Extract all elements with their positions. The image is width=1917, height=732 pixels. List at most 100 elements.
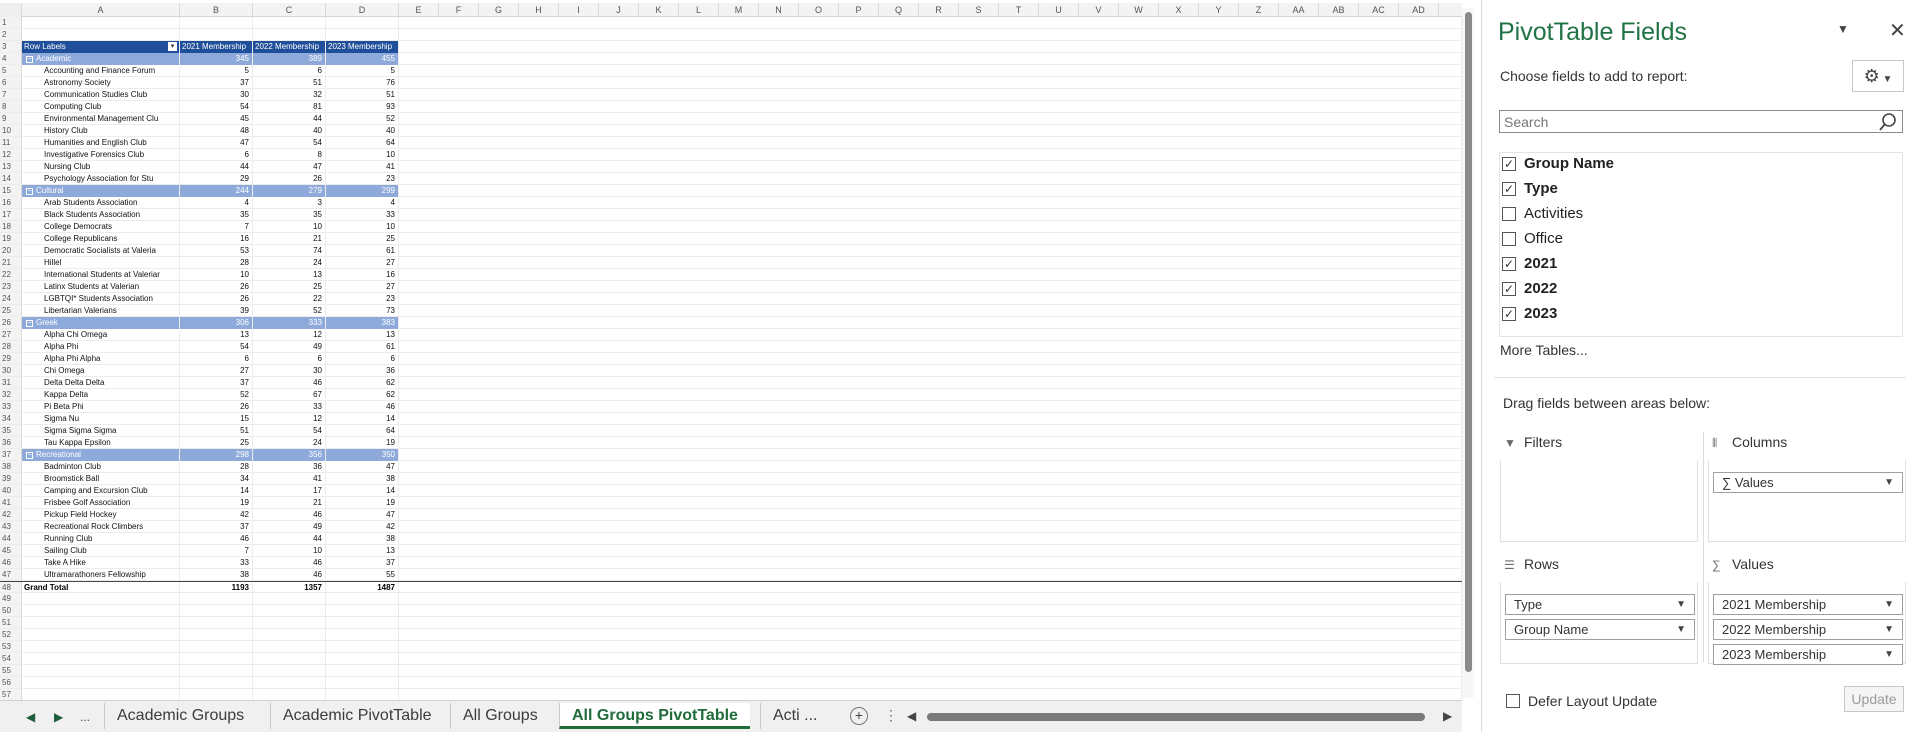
value-2022[interactable]: 40 [253,125,326,137]
more-tables-link[interactable]: More Tables... [1500,342,1588,358]
columns-field-chip[interactable]: ∑ Values ▼ [1713,472,1903,493]
group-label[interactable]: − Cultural [22,185,180,197]
horizontal-scrollbar[interactable]: ◀ ▶ [905,709,1453,723]
sheet-tab[interactable]: All Groups [450,703,550,729]
value-2022[interactable]: 24 [253,257,326,269]
collapse-icon[interactable]: − [26,320,33,327]
column-header[interactable]: M [719,3,759,17]
row-number[interactable]: 36 [0,437,22,448]
empty-cells[interactable] [399,245,1462,257]
row-number[interactable]: 45 [0,545,22,556]
value-2022[interactable]: 6 [253,353,326,365]
value-2021[interactable]: 44 [180,161,253,173]
value-2022[interactable]: 3 [253,197,326,209]
row-label[interactable]: Nursing Club [22,161,180,173]
value-2021[interactable]: 6 [180,353,253,365]
row-number[interactable]: 5 [0,65,22,76]
value-2022[interactable]: 12 [253,329,326,341]
cell[interactable] [22,629,180,641]
column-header[interactable]: AD [1399,3,1439,17]
cell[interactable] [180,689,253,700]
column-header[interactable]: R [919,3,959,17]
row-number[interactable]: 20 [0,245,22,256]
row-label[interactable]: Libertarian Valerians [22,305,180,317]
row-number[interactable]: 6 [0,77,22,88]
value-2021[interactable]: 52 [180,389,253,401]
close-icon[interactable]: ✕ [1889,18,1906,43]
column-header[interactable]: Q [879,3,919,17]
row-number[interactable]: 30 [0,365,22,376]
row-number[interactable]: 37 [0,449,22,460]
empty-cells[interactable] [399,485,1462,497]
empty-cells[interactable] [399,65,1462,77]
value-2023[interactable]: 383 [326,317,399,329]
row-number[interactable]: 56 [0,677,22,688]
row-number[interactable]: 25 [0,305,22,316]
value-2021[interactable]: 15 [180,413,253,425]
value-2022[interactable]: 49 [253,521,326,533]
value-2021[interactable]: 4 [180,197,253,209]
row-label[interactable]: Computing Club [22,101,180,113]
value-2021[interactable]: 51 [180,425,253,437]
value-2021[interactable]: 54 [180,101,253,113]
row-number[interactable]: 14 [0,173,22,184]
empty-cells[interactable] [399,149,1462,161]
row-label[interactable]: Ultramarathoners Fellowship [22,569,180,581]
value-2023[interactable]: 93 [326,101,399,113]
column-header[interactable]: E [399,3,439,17]
next-sheet-icon[interactable]: ▶ [54,710,63,724]
empty-cells[interactable] [399,377,1462,389]
value-2021[interactable]: 33 [180,557,253,569]
value-2023[interactable]: 299 [326,185,399,197]
row-number[interactable]: 12 [0,149,22,160]
row-number[interactable]: 8 [0,101,22,112]
empty-cells[interactable] [399,509,1462,521]
more-sheets-button[interactable]: ... [80,710,90,724]
value-2021[interactable]: 19 [180,497,253,509]
value-2023[interactable]: 64 [326,137,399,149]
column-header[interactable]: A [22,3,180,17]
cell[interactable] [22,677,180,689]
value-2022[interactable]: 44 [253,533,326,545]
value-2023[interactable]: 16 [326,269,399,281]
cell[interactable] [326,29,399,41]
column-header[interactable]: P [839,3,879,17]
column-header[interactable]: S [959,3,999,17]
column-header[interactable]: J [599,3,639,17]
cell[interactable] [253,29,326,41]
value-2022[interactable]: 356 [253,449,326,461]
values-field-chip[interactable]: 2023 Membership ▼ [1713,644,1903,665]
value-2022[interactable]: 81 [253,101,326,113]
row-number[interactable]: 53 [0,641,22,652]
row-number[interactable]: 57 [0,689,22,700]
value-2023[interactable]: 62 [326,377,399,389]
checkbox[interactable] [1502,232,1516,246]
value-2021[interactable]: 306 [180,317,253,329]
value-2023[interactable]: 13 [326,545,399,557]
empty-cells[interactable] [399,269,1462,281]
rows-area[interactable]: ☰ Rows Type ▼ Group Name ▼ [1500,554,1698,664]
collapse-icon[interactable]: − [26,452,33,459]
value-2023[interactable]: 10 [326,221,399,233]
empty-cells[interactable] [399,29,1462,41]
value-2021[interactable]: 26 [180,401,253,413]
value-2022[interactable]: 51 [253,77,326,89]
row-number[interactable]: 40 [0,485,22,496]
row-number[interactable]: 33 [0,401,22,412]
column-header[interactable]: B [180,3,253,17]
value-2021[interactable]: 6 [180,149,253,161]
row-label[interactable]: Take A Hike [22,557,180,569]
value-2023[interactable]: 23 [326,173,399,185]
value-2021[interactable]: 47 [180,137,253,149]
value-2022[interactable]: 36 [253,461,326,473]
empty-cells[interactable] [399,113,1462,125]
column-header[interactable]: Y [1199,3,1239,17]
column-header-cell[interactable]: 2021 Membership [180,41,253,53]
cell[interactable] [180,653,253,665]
row-label[interactable]: Camping and Excursion Club [22,485,180,497]
column-header[interactable]: X [1159,3,1199,17]
cell[interactable] [22,689,180,700]
row-label[interactable]: International Students at Valeriar [22,269,180,281]
empty-cells[interactable] [399,161,1462,173]
value-2021[interactable]: 46 [180,533,253,545]
